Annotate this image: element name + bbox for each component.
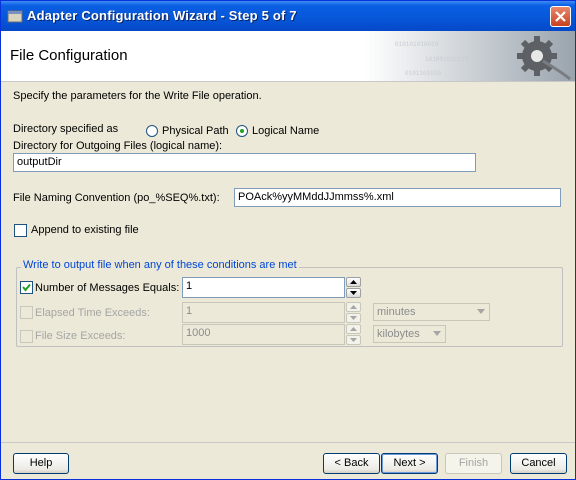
title-bar[interactable]: Adapter Configuration Wizard - Step 5 of… <box>1 1 575 31</box>
logical-name-label[interactable]: Logical Name <box>252 125 319 137</box>
file-naming-input[interactable]: POAck%yyMMddJJmmss%.xml <box>234 188 561 207</box>
wizard-icon <box>7 10 23 23</box>
spinner-down-button[interactable] <box>346 288 361 298</box>
conditions-group-title: Write to output file when any of these c… <box>21 259 299 271</box>
finish-button[interactable]: Finish <box>445 453 502 474</box>
gear-icon: 010101010010 101001010110 0101101010 <box>365 31 575 81</box>
file-size-input[interactable]: 1000 <box>182 324 345 345</box>
help-button[interactable]: Help <box>13 453 69 474</box>
close-icon <box>555 11 566 22</box>
outgoing-dir-input[interactable]: outputDir <box>13 153 476 172</box>
page-title: File Configuration <box>10 47 128 64</box>
outgoing-dir-label: Directory for Outgoing Files (logical na… <box>13 140 223 152</box>
spinner-up-button[interactable] <box>346 277 361 287</box>
elapsed-time-unit-value: minutes <box>377 306 416 318</box>
messages-checkbox[interactable] <box>20 281 33 294</box>
cancel-button[interactable]: Cancel <box>510 453 567 474</box>
spinner-down-button[interactable] <box>346 335 361 345</box>
elapsed-time-input[interactable]: 1 <box>182 302 345 323</box>
append-label[interactable]: Append to existing file <box>31 224 139 236</box>
append-checkbox[interactable] <box>14 224 27 237</box>
svg-text:010101010010: 010101010010 <box>395 41 439 48</box>
wizard-content: Specify the parameters for the Write Fil… <box>1 82 575 442</box>
next-button[interactable]: Next > <box>381 453 438 474</box>
close-button[interactable] <box>550 6 571 27</box>
arrow-down-icon <box>350 291 357 295</box>
file-size-checkbox[interactable] <box>20 330 33 343</box>
elapsed-time-label: Elapsed Time Exceeds: <box>35 307 150 319</box>
directory-label: Directory specified as <box>13 123 119 135</box>
elapsed-time-unit-select[interactable]: minutes <box>373 303 490 321</box>
spinner-up-button[interactable] <box>346 302 361 312</box>
arrow-up-icon <box>350 327 357 331</box>
file-size-label: File Size Exceeds: <box>35 330 126 342</box>
elapsed-time-checkbox[interactable] <box>20 306 33 319</box>
arrow-up-icon <box>350 305 357 309</box>
chevron-down-icon <box>433 331 441 336</box>
chevron-down-icon <box>477 309 485 314</box>
messages-label: Number of Messages Equals: <box>35 282 180 294</box>
back-button[interactable]: < Back <box>323 453 380 474</box>
footer-divider <box>1 442 575 443</box>
svg-text:101001010110: 101001010110 <box>425 56 469 63</box>
file-size-unit-select[interactable]: kilobytes <box>373 325 446 343</box>
physical-path-radio[interactable] <box>146 125 158 137</box>
checkmark-icon <box>22 283 31 292</box>
file-size-unit-value: kilobytes <box>377 328 420 340</box>
physical-path-label[interactable]: Physical Path <box>162 125 229 137</box>
file-naming-label: File Naming Convention (po_%SEQ%.txt): <box>13 192 220 204</box>
spinner-down-button[interactable] <box>346 313 361 323</box>
wizard-window: Adapter Configuration Wizard - Step 5 of… <box>0 0 576 480</box>
elapsed-time-spinner[interactable] <box>346 302 361 324</box>
logical-name-radio[interactable] <box>236 125 248 137</box>
messages-input[interactable]: 1 <box>182 277 345 298</box>
file-size-spinner[interactable] <box>346 324 361 346</box>
arrow-down-icon <box>350 338 357 342</box>
svg-text:0101101010: 0101101010 <box>405 70 441 77</box>
window-title: Adapter Configuration Wizard - Step 5 of… <box>27 8 297 23</box>
spinner-up-button[interactable] <box>346 324 361 334</box>
messages-spinner[interactable] <box>346 277 361 299</box>
arrow-up-icon <box>350 280 357 284</box>
header-banner: File Configuration 010101010010 10100101… <box>1 31 575 82</box>
arrow-down-icon <box>350 316 357 320</box>
intro-text: Specify the parameters for the Write Fil… <box>13 90 262 102</box>
